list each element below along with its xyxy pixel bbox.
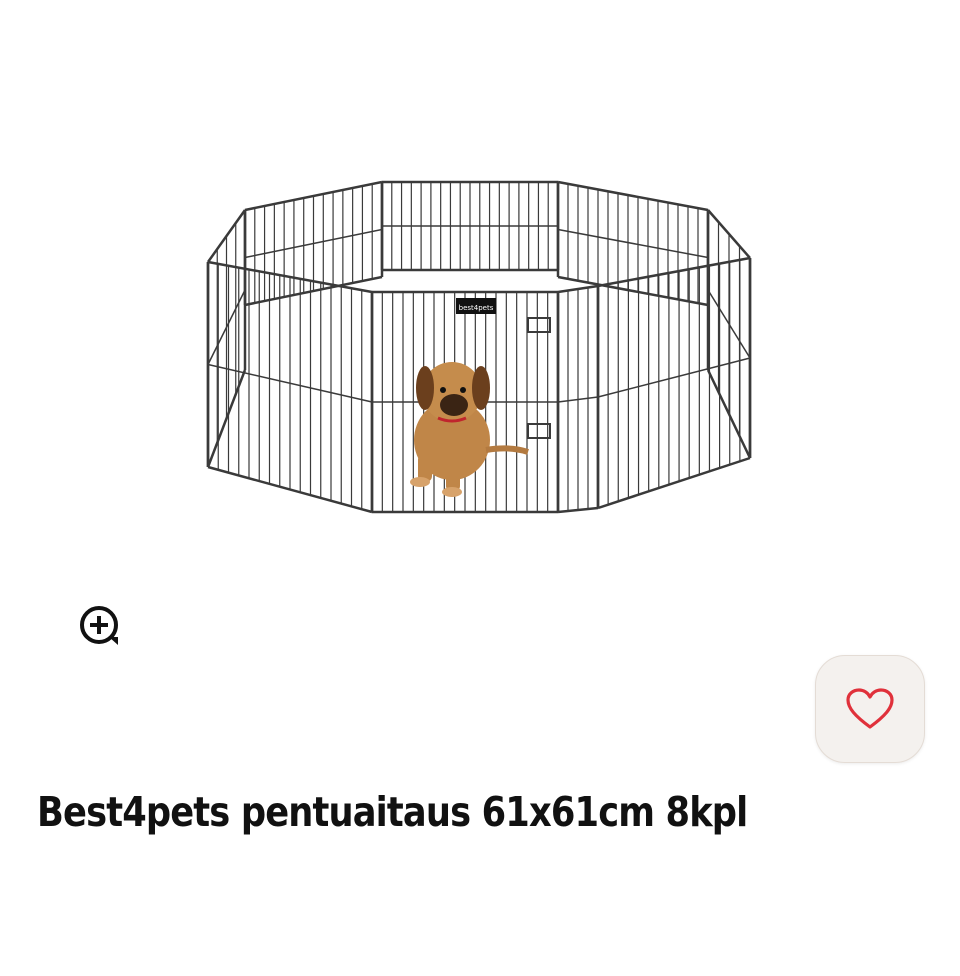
- favorite-button[interactable]: [815, 655, 925, 763]
- heart-outline-icon: [846, 688, 894, 729]
- brand-label: best4pets: [456, 298, 496, 314]
- product-image[interactable]: best4pets: [0, 0, 960, 580]
- playpen-picture: best4pets: [206, 180, 752, 514]
- zoom-button[interactable]: [78, 604, 124, 648]
- puppy: [410, 362, 529, 497]
- zoom-in-icon: [80, 606, 118, 645]
- product-title: Best4pets pentuaitaus 61x61cm 8kpl: [37, 788, 748, 836]
- svg-text:best4pets: best4pets: [459, 304, 494, 312]
